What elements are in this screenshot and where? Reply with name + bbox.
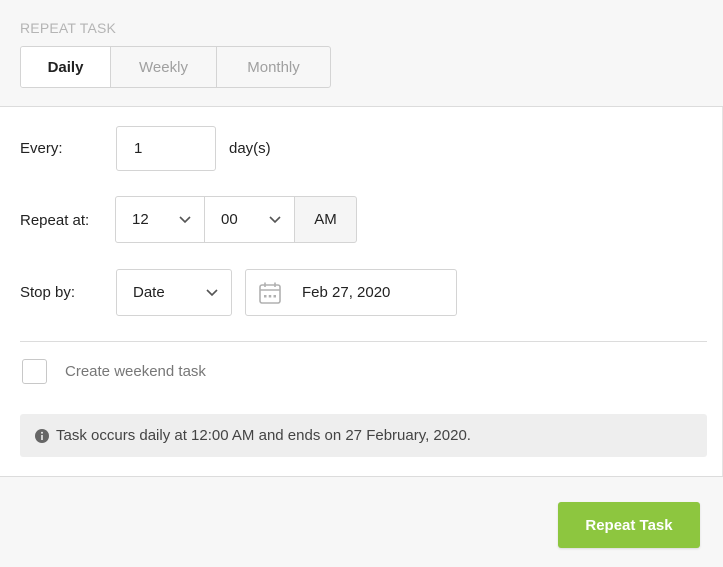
hour-value: 12 (132, 211, 149, 228)
weekend-task-label[interactable]: Create weekend task (65, 363, 206, 380)
repeat-task-panel: REPEAT TASK Daily Weekly Monthly Every: … (0, 0, 723, 567)
repeat-task-button[interactable]: Repeat Task (558, 502, 700, 548)
section-divider (20, 341, 707, 342)
repeat-task-header: REPEAT TASK Daily Weekly Monthly (0, 0, 723, 107)
hour-select[interactable]: 12 (115, 196, 205, 243)
panel-title: REPEAT TASK (20, 20, 117, 36)
info-icon (35, 428, 49, 443)
stop-by-select[interactable]: Date (116, 269, 232, 316)
stop-by-label: Stop by: (20, 284, 76, 301)
weekend-task-checkbox[interactable] (22, 359, 47, 384)
frequency-tabs: Daily Weekly Monthly (20, 46, 331, 88)
every-label: Every: (20, 140, 63, 157)
chevron-down-icon (205, 286, 219, 300)
meridiem-value: AM (314, 211, 337, 228)
chevron-down-icon (178, 213, 192, 227)
repeat-at-label: Repeat at: (20, 212, 90, 229)
calendar-icon (258, 281, 282, 305)
summary-text: Task occurs daily at 12:00 AM and ends o… (56, 427, 471, 444)
tab-monthly[interactable]: Monthly (217, 47, 330, 87)
every-value: 1 (134, 140, 143, 157)
every-input[interactable]: 1 (116, 126, 216, 171)
chevron-down-icon (268, 213, 282, 227)
tab-daily[interactable]: Daily (21, 47, 111, 87)
every-unit: day(s) (229, 140, 271, 157)
stop-by-mode: Date (133, 284, 165, 301)
stop-date-field[interactable]: Feb 27, 2020 (245, 269, 457, 316)
summary-info-bar: Task occurs daily at 12:00 AM and ends o… (20, 414, 707, 457)
minute-select[interactable]: 00 (204, 196, 295, 243)
stop-date-value: Feb 27, 2020 (302, 284, 391, 301)
minute-value: 00 (221, 211, 238, 228)
meridiem-toggle[interactable]: AM (294, 196, 357, 243)
tab-weekly[interactable]: Weekly (111, 47, 217, 87)
